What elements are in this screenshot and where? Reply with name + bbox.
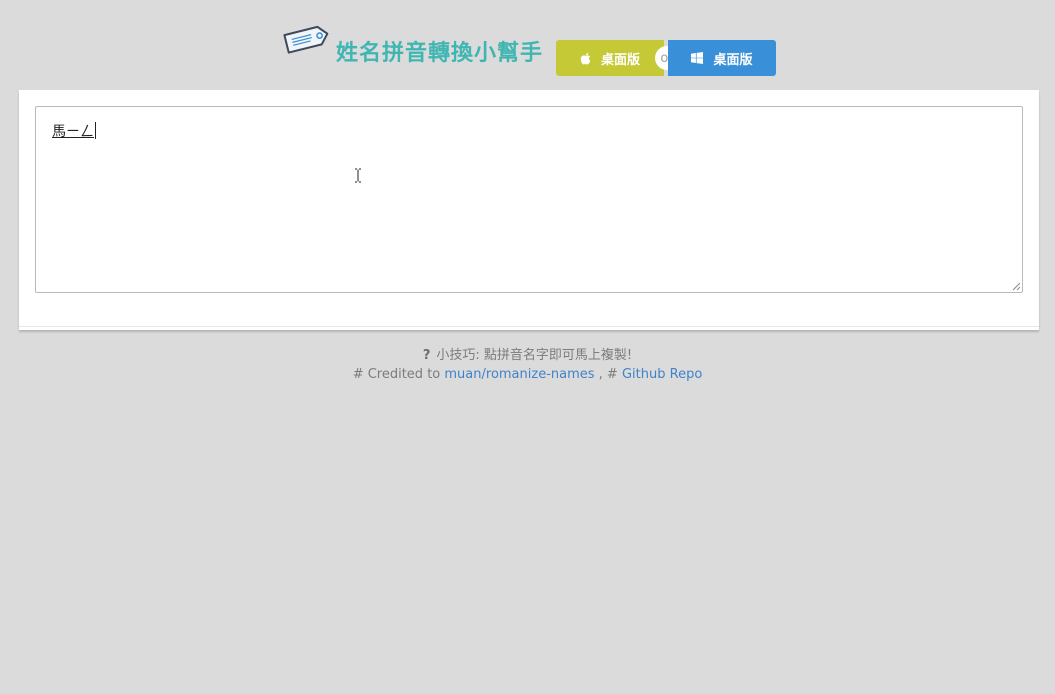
- mac-desktop-label: 桌面版: [600, 52, 640, 68]
- name-input-value: 馬ㄧㄥ: [52, 124, 94, 140]
- main-panel: 馬ㄧㄥ: [19, 90, 1039, 330]
- text-caret: [95, 122, 96, 139]
- resize-grip-icon[interactable]: [1012, 282, 1021, 291]
- header: 姓名拼音轉換小幫手 桌面版 or 桌面版: [0, 0, 1055, 90]
- footer: ? 小技巧: 點拼音名字即可馬上複製! # Credited to muan/ro…: [0, 346, 1055, 384]
- page-title: 姓名拼音轉換小幫手: [336, 41, 544, 66]
- windows-icon: [691, 52, 704, 64]
- windows-desktop-label: 桌面版: [713, 52, 753, 68]
- credit-link[interactable]: muan/romanize-names: [444, 367, 594, 382]
- windows-desktop-button[interactable]: 桌面版: [668, 40, 776, 76]
- tip-line: ? 小技巧: 點拼音名字即可馬上複製!: [0, 346, 1055, 365]
- tag-icon: [283, 25, 329, 54]
- ibeam-cursor-icon: [355, 168, 361, 183]
- credit-line: # Credited to muan/romanize-names , # Gi…: [0, 365, 1055, 384]
- apple-icon: [580, 52, 591, 65]
- panel-divider: [19, 326, 1039, 327]
- credit-separator: , #: [598, 367, 618, 382]
- mac-desktop-button[interactable]: 桌面版: [556, 40, 664, 76]
- question-icon: ?: [422, 348, 431, 363]
- github-repo-link[interactable]: Github Repo: [622, 367, 702, 382]
- tip-text: 小技巧: 點拼音名字即可馬上複製!: [436, 348, 633, 363]
- credit-prefix: # Credited to: [352, 367, 441, 382]
- name-input[interactable]: 馬ㄧㄥ: [35, 106, 1023, 293]
